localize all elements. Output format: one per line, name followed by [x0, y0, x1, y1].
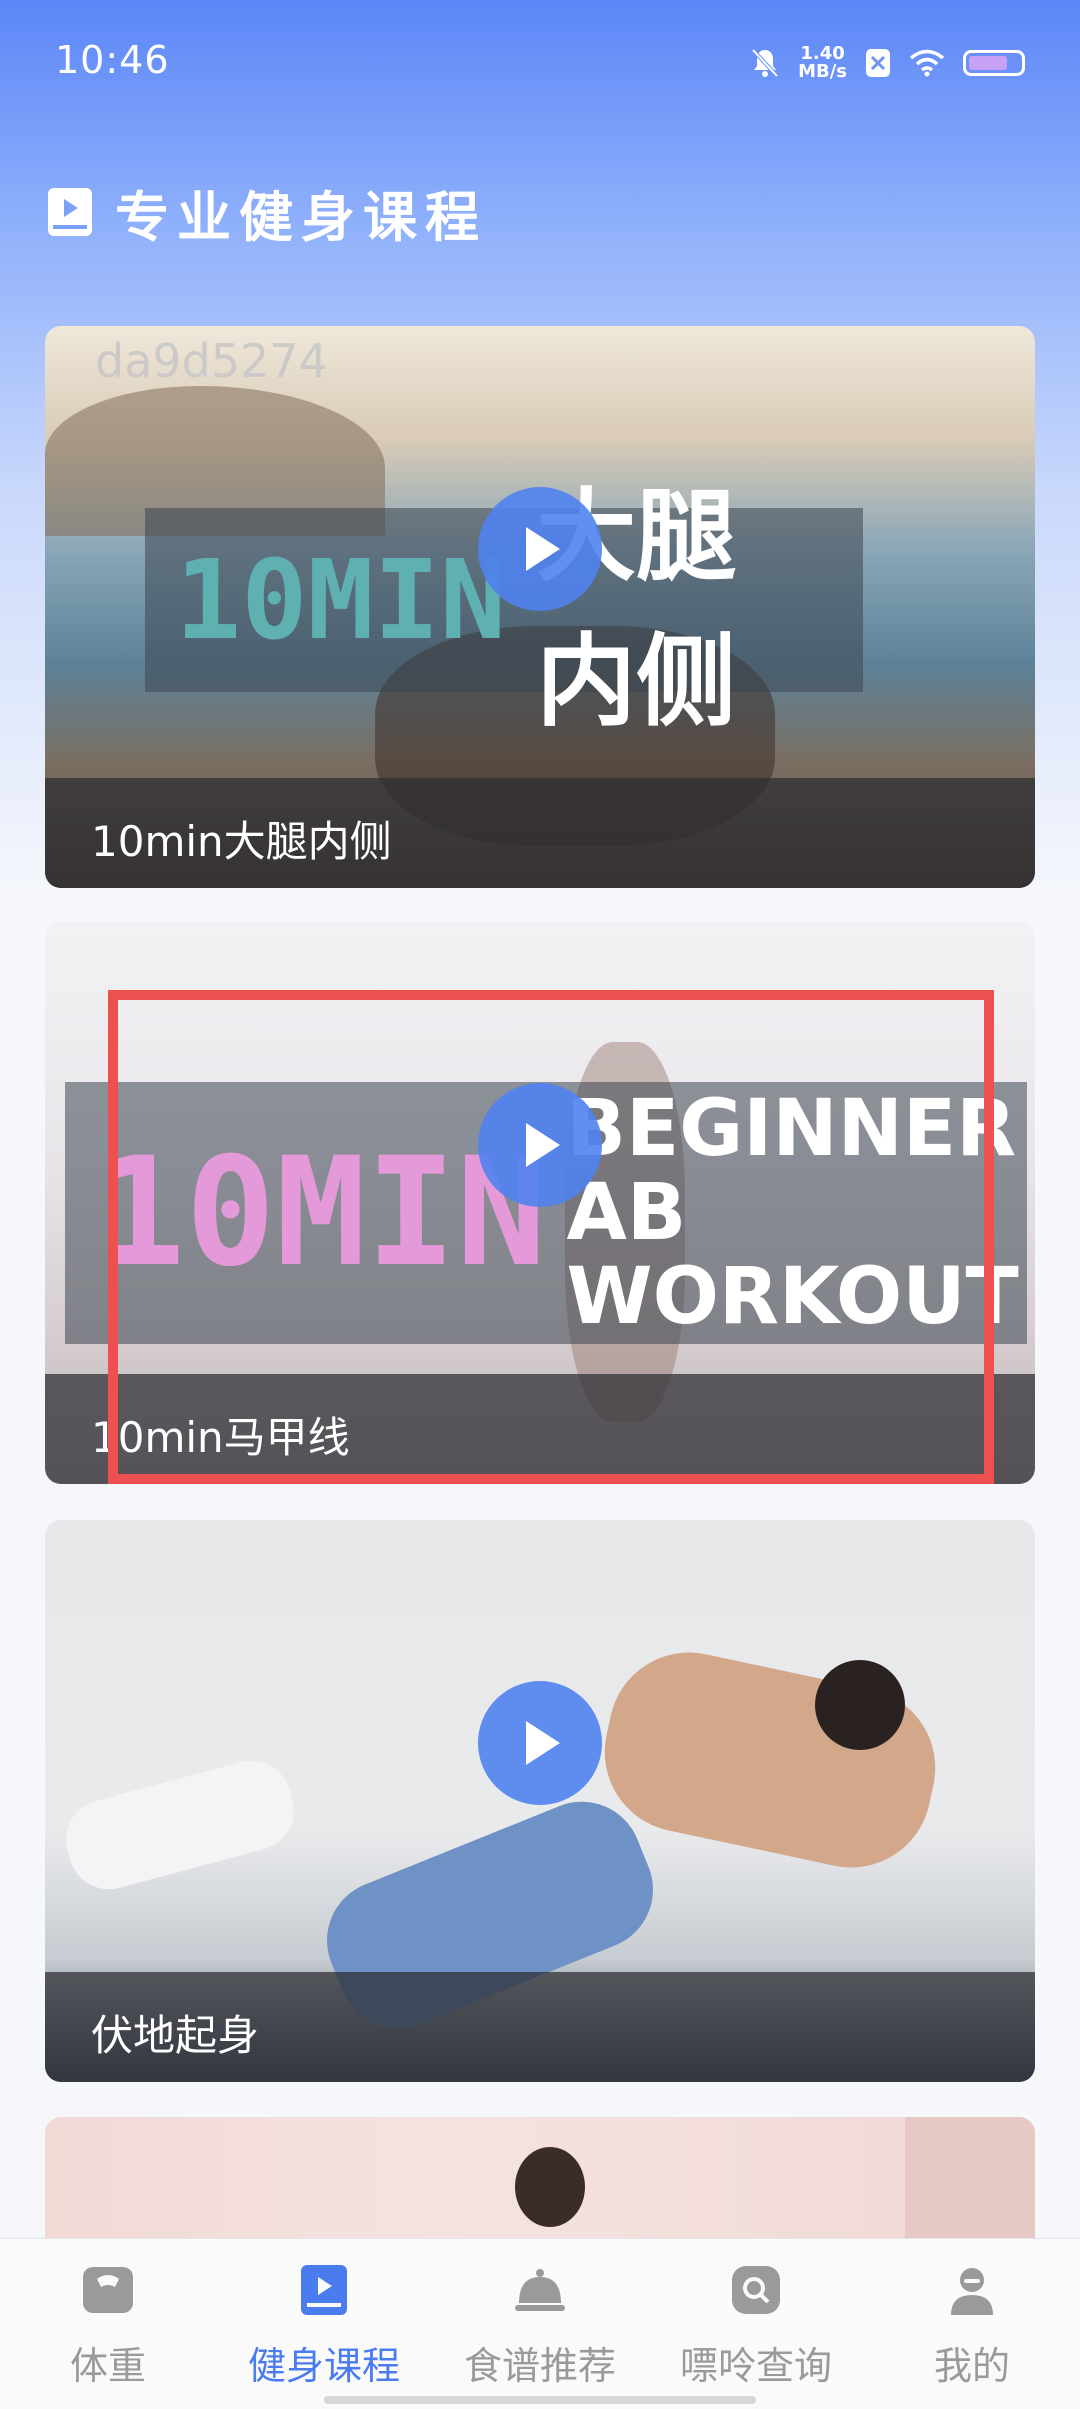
tab-label: 食谱推荐: [463, 2344, 616, 2388]
course-card[interactable]: 10MIN BEGINNER AB WORKOUT 10min马甲线: [45, 922, 1035, 1484]
course-title: 10min马甲线: [91, 1413, 350, 1462]
tab-label: 健身课程: [247, 2344, 400, 2388]
page-header: 专业健身课程: [45, 180, 487, 249]
caption-bar: 10min大腿内侧: [45, 778, 1035, 888]
tab-fitness-course[interactable]: 健身课程: [216, 2263, 432, 2390]
course-title: 伏地起身: [91, 2011, 260, 2060]
sim-x-icon: [866, 49, 890, 77]
play-button[interactable]: [478, 1083, 602, 1207]
course-card[interactable]: 伏地起身: [45, 1520, 1035, 2082]
play-button[interactable]: [478, 487, 602, 611]
tab-label: 嘌呤查询: [679, 2344, 832, 2388]
thumbnail-text: 大腿内侧: [536, 478, 737, 740]
network-speed: 1.40 MB/s: [798, 43, 847, 82]
user-icon: [951, 2268, 993, 2315]
tab-label: 我的: [933, 2344, 1010, 2388]
tab-weight[interactable]: 体重: [0, 2263, 216, 2390]
tab-recipes[interactable]: 食谱推荐: [432, 2263, 648, 2390]
bottom-tab-bar: 体重 健身课程 食谱推荐 嘌呤查询 我的: [0, 2238, 1080, 2409]
play-icon: [526, 1123, 560, 1167]
course-book-icon: [48, 188, 92, 236]
play-button[interactable]: [478, 1681, 602, 1805]
home-indicator[interactable]: [324, 2396, 756, 2404]
cloche-icon: [515, 2269, 565, 2311]
play-icon: [526, 527, 560, 571]
search-icon: [732, 2266, 780, 2314]
page-title: 专业健身课程: [115, 185, 487, 249]
watermark-id: da9d5274: [95, 334, 328, 388]
play-icon: [526, 1721, 560, 1765]
course-title: 10min大腿内侧: [91, 817, 392, 866]
tab-purine-search[interactable]: 嘌呤查询: [648, 2263, 864, 2390]
tab-profile[interactable]: 我的: [864, 2263, 1080, 2390]
thumbnail-ten-min: 10MIN: [175, 536, 507, 664]
status-bar: 10:46 1.40 MB/s: [0, 0, 1080, 120]
status-time: 10:46: [55, 38, 170, 82]
tab-label: 体重: [69, 2344, 146, 2388]
caption-bar: 10min马甲线: [45, 1374, 1035, 1484]
status-icons: 1.40 MB/s: [750, 38, 1025, 88]
course-card[interactable]: 10MIN 大腿内侧 da9d5274 10min大腿内侧: [45, 326, 1035, 888]
wifi-icon: [909, 49, 945, 77]
thumbnail-line1: BEGINNER AB: [566, 1084, 1017, 1258]
caption-bar: 伏地起身: [45, 1972, 1035, 2082]
course-book-icon: [301, 2265, 347, 2315]
battery-icon: [963, 50, 1025, 76]
thumbnail-line2: WORKOUT: [566, 1252, 1019, 1342]
mute-bell-icon: [751, 48, 779, 78]
scale-icon: [83, 2267, 133, 2313]
